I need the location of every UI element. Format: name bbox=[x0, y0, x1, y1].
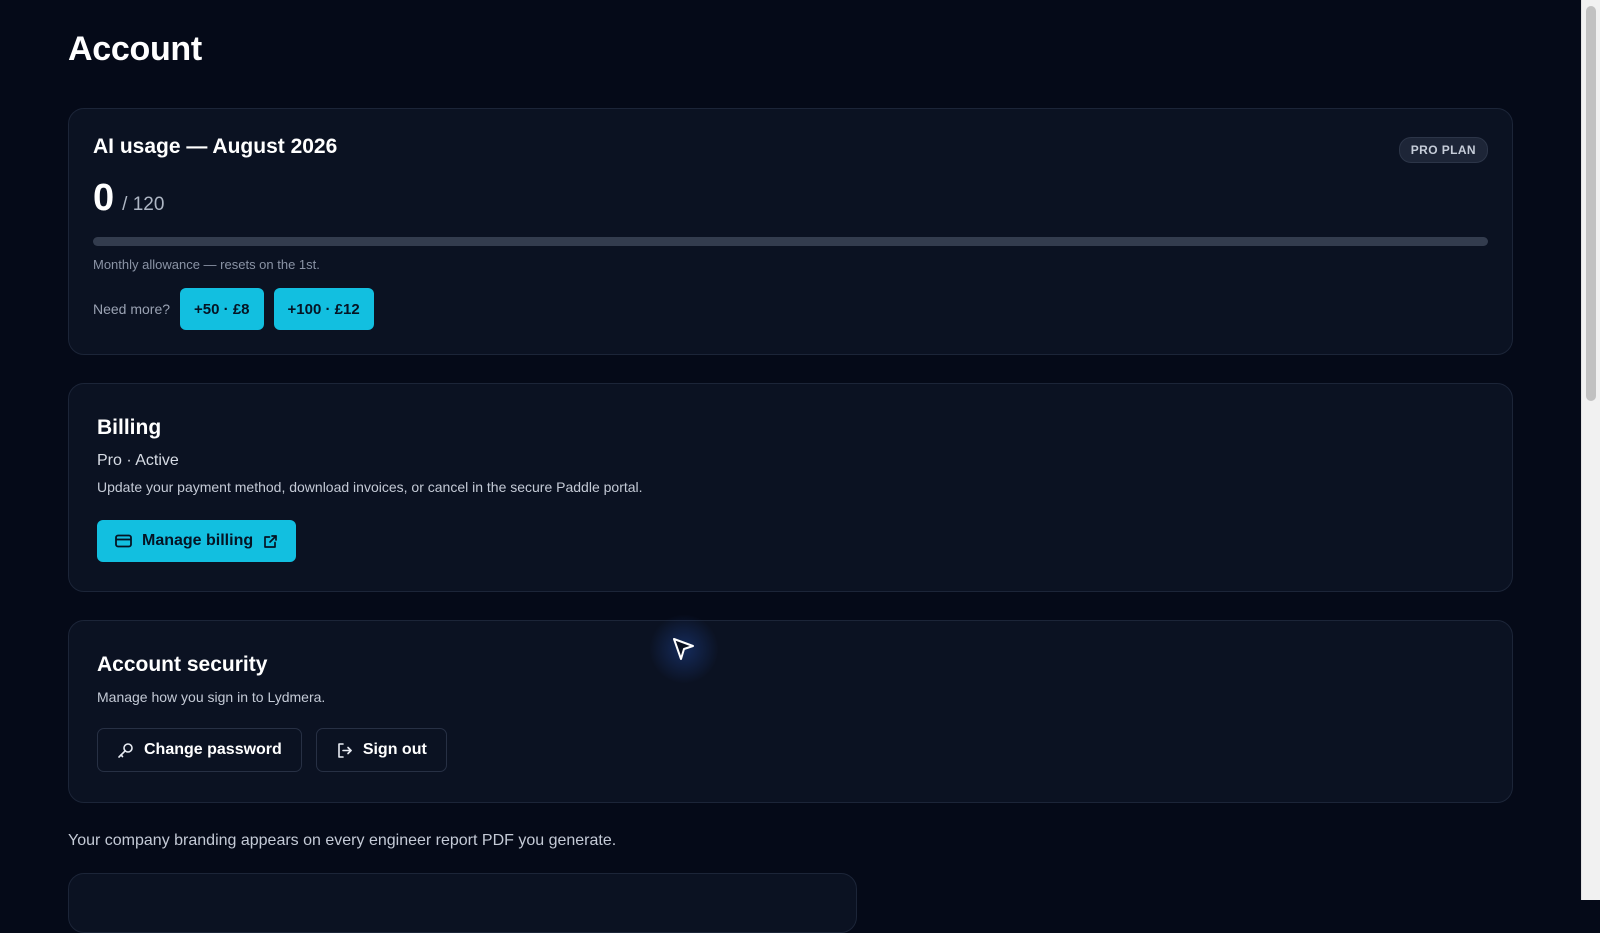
need-more-label: Need more? bbox=[93, 301, 171, 317]
key-icon bbox=[117, 742, 134, 759]
usage-used-value: 0 bbox=[93, 177, 115, 219]
cursor-icon bbox=[672, 637, 696, 663]
topup-50-button[interactable]: +50 · £8 bbox=[180, 288, 264, 330]
scrollbar-thumb[interactable] bbox=[1586, 6, 1596, 401]
credit-card-icon bbox=[115, 534, 132, 548]
account-security-card: Account security Manage how you sign in … bbox=[68, 620, 1513, 803]
security-actions: Change password Sign out bbox=[97, 728, 447, 772]
branding-card bbox=[68, 873, 857, 933]
page-title: Account bbox=[68, 30, 202, 68]
topup-row: Need more? +50 · £8 +100 · £12 bbox=[93, 288, 374, 330]
usage-counter: 0 / 120 bbox=[93, 177, 164, 220]
sign-out-icon bbox=[336, 742, 353, 759]
page-scrollbar[interactable] bbox=[1581, 0, 1600, 900]
plan-badge: PRO PLAN bbox=[1398, 137, 1488, 163]
manage-billing-button[interactable]: Manage billing bbox=[97, 520, 297, 562]
billing-status: Pro · Active bbox=[97, 452, 179, 469]
billing-card: Billing Pro · Active Update your payment… bbox=[68, 383, 1513, 592]
usage-title: AI usage — August 2026 bbox=[93, 135, 338, 158]
security-description: Manage how you sign in to Lydmera. bbox=[97, 689, 326, 705]
usage-note: Monthly allowance — resets on the 1st. bbox=[93, 257, 320, 272]
external-link-icon bbox=[263, 534, 278, 549]
billing-description: Update your payment method, download inv… bbox=[97, 479, 643, 495]
manage-billing-label: Manage billing bbox=[142, 532, 254, 549]
topup-100-button[interactable]: +100 · £12 bbox=[273, 288, 374, 330]
branding-note: Your company branding appears on every e… bbox=[68, 832, 617, 849]
sign-out-label: Sign out bbox=[362, 741, 427, 758]
usage-progress-bar bbox=[93, 237, 1488, 246]
change-password-label: Change password bbox=[144, 741, 282, 758]
usage-limit-value: / 120 bbox=[122, 194, 165, 215]
security-title: Account security bbox=[97, 653, 268, 676]
ai-usage-card: AI usage — August 2026 PRO PLAN 0 / 120 … bbox=[68, 108, 1513, 355]
billing-title: Billing bbox=[97, 416, 162, 439]
sign-out-button[interactable]: Sign out bbox=[315, 728, 447, 772]
change-password-button[interactable]: Change password bbox=[97, 728, 302, 772]
